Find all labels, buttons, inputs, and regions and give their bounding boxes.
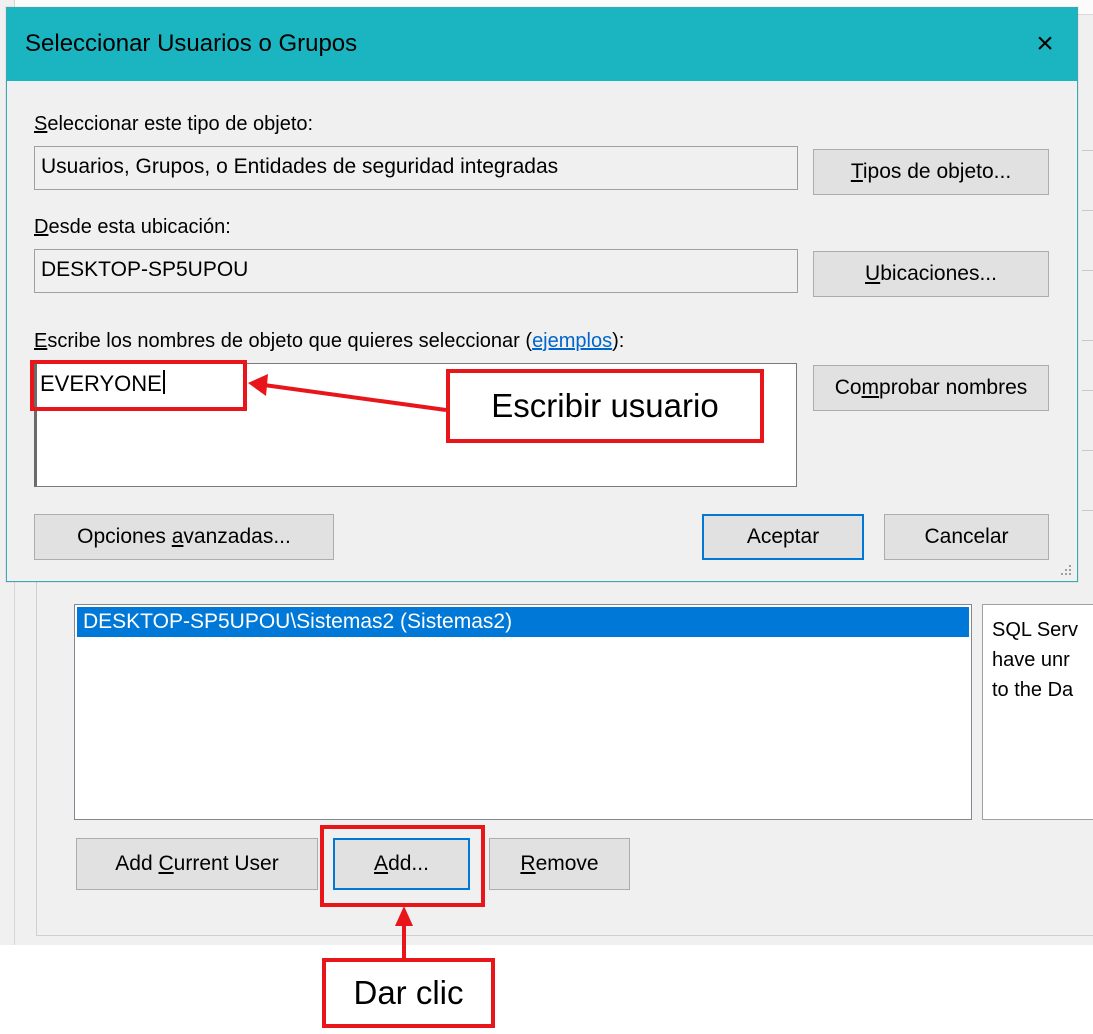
arrow-to-add-button [395,906,413,958]
annotation-arrows [248,374,447,958]
arrow-to-typed-user [248,374,447,412]
